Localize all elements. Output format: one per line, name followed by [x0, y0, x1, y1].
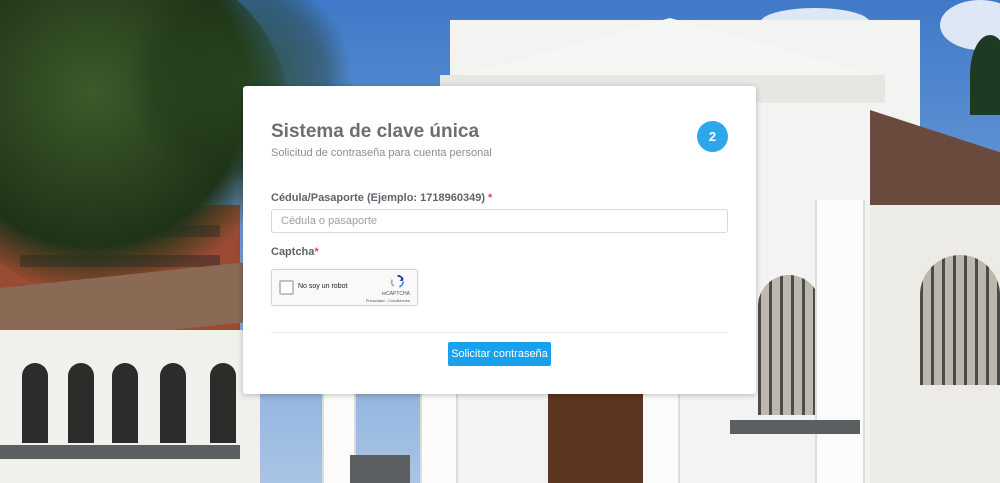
password-request-card: Sistema de clave única Solicitud de cont…: [243, 86, 756, 394]
required-mark: *: [488, 192, 493, 204]
id-field-label-text: Cédula/Pasaporte (Ejemplo: 1718960349): [271, 192, 485, 204]
page-subtitle: Solicitud de contraseña para cuenta pers…: [271, 147, 492, 159]
recaptcha-widget: No soy un robot reCAPTCHA Privacidad - C…: [271, 269, 418, 306]
divider: [271, 332, 728, 333]
id-field-label: Cédula/Pasaporte (Ejemplo: 1718960349) *: [271, 192, 492, 204]
captcha-label: Captcha*: [271, 246, 319, 258]
recaptcha-checkbox[interactable]: [279, 280, 294, 295]
captcha-required-mark: *: [314, 246, 319, 258]
recaptcha-checkbox-label: No soy un robot: [298, 283, 348, 290]
id-input[interactable]: [271, 209, 728, 233]
step-badge: 2: [697, 121, 728, 152]
request-password-button[interactable]: Solicitar contraseña: [448, 342, 551, 366]
captcha-label-text: Captcha: [271, 246, 315, 258]
page-title: Sistema de clave única: [271, 121, 480, 142]
recaptcha-links[interactable]: Privacidad - Condiciones: [366, 298, 410, 303]
recaptcha-icon: [390, 274, 405, 288]
recaptcha-brand: reCAPTCHA: [381, 291, 410, 297]
